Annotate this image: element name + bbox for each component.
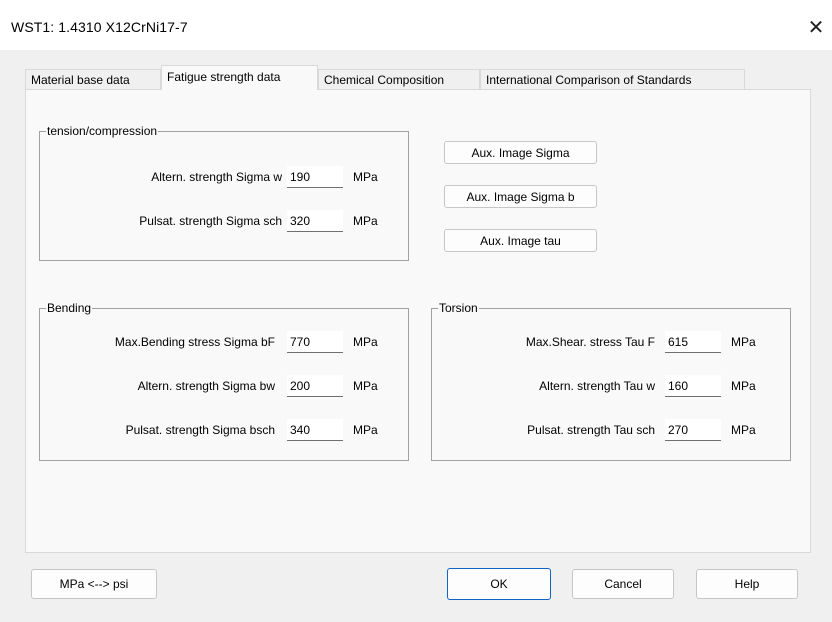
unit-label: MPa: [353, 379, 378, 393]
torsion-group: Torsion Max.Shear. stress Tau F MPa Alte…: [431, 301, 792, 461]
row-tau-f: Max.Shear. stress Tau F MPa: [432, 331, 792, 355]
tab-material-base-data[interactable]: Material base data: [25, 69, 161, 89]
unit-label: MPa: [353, 170, 378, 184]
label-tau-sch: Pulsat. strength Tau sch: [527, 423, 655, 437]
ok-button[interactable]: OK: [447, 568, 551, 600]
tau-sch-field[interactable]: [665, 419, 721, 441]
bending-group: Bending Max.Bending stress Sigma bF MPa …: [39, 301, 410, 461]
torsion-title: Torsion: [438, 301, 479, 315]
tension-compression-group: tension/compression Altern. strength Sig…: [39, 124, 410, 261]
mpa-psi-toggle-button[interactable]: MPa <--> psi: [31, 569, 157, 599]
label-sigma-sch: Pulsat. strength Sigma sch: [139, 214, 282, 228]
row-tau-w: Altern. strength Tau w MPa: [432, 375, 792, 399]
tau-w-field[interactable]: [665, 375, 721, 397]
cancel-button[interactable]: Cancel: [572, 569, 674, 599]
row-tau-sch: Pulsat. strength Tau sch MPa: [432, 419, 792, 443]
tab-fatigue-strength-data[interactable]: Fatigue strength data: [161, 65, 318, 90]
aux-image-sigma-button[interactable]: Aux. Image Sigma: [444, 141, 597, 164]
tab-panel-fatigue: tension/compression Altern. strength Sig…: [25, 89, 811, 553]
sigma-sch-field[interactable]: [287, 210, 343, 232]
row-sigma-sch: Pulsat. strength Sigma sch MPa: [40, 210, 410, 234]
row-sigma-w: Altern. strength Sigma w MPa: [40, 166, 410, 190]
aux-image-tau-button[interactable]: Aux. Image tau: [444, 229, 597, 252]
window-title: WST1: 1.4310 X12CrNi17-7: [11, 19, 188, 35]
aux-image-sigma-b-button[interactable]: Aux. Image Sigma b: [444, 185, 597, 208]
help-button[interactable]: Help: [696, 569, 798, 599]
tab-international-comparison[interactable]: International Comparison of Standards: [480, 69, 745, 89]
label-sigma-bsch: Pulsat. strength Sigma bsch: [125, 423, 275, 437]
sigma-bsch-field[interactable]: [287, 419, 343, 441]
row-sigma-bf: Max.Bending stress Sigma bF MPa: [40, 331, 410, 355]
sigma-w-field[interactable]: [287, 166, 343, 188]
bending-title: Bending: [46, 301, 93, 315]
row-sigma-bw: Altern. strength Sigma bw MPa: [40, 375, 410, 399]
unit-label: MPa: [353, 423, 378, 437]
unit-label: MPa: [731, 379, 756, 393]
close-icon[interactable]: ✕: [800, 12, 832, 44]
tau-f-field[interactable]: [665, 331, 721, 353]
label-sigma-bw: Altern. strength Sigma bw: [137, 379, 275, 393]
label-tau-f: Max.Shear. stress Tau F: [525, 335, 655, 349]
row-sigma-bsch: Pulsat. strength Sigma bsch MPa: [40, 419, 410, 443]
title-bar: WST1: 1.4310 X12CrNi17-7 ✕: [0, 0, 832, 50]
unit-label: MPa: [731, 335, 756, 349]
label-sigma-bf: Max.Bending stress Sigma bF: [114, 335, 275, 349]
dialog-body: Material base data Fatigue strength data…: [0, 50, 832, 622]
sigma-bw-field[interactable]: [287, 375, 343, 397]
tab-chemical-composition[interactable]: Chemical Composition: [318, 69, 480, 89]
label-sigma-w: Altern. strength Sigma w: [151, 170, 282, 184]
label-tau-w: Altern. strength Tau w: [539, 379, 655, 393]
unit-label: MPa: [353, 335, 378, 349]
tension-compression-title: tension/compression: [46, 124, 159, 138]
sigma-bf-field[interactable]: [287, 331, 343, 353]
unit-label: MPa: [353, 214, 378, 228]
unit-label: MPa: [731, 423, 756, 437]
